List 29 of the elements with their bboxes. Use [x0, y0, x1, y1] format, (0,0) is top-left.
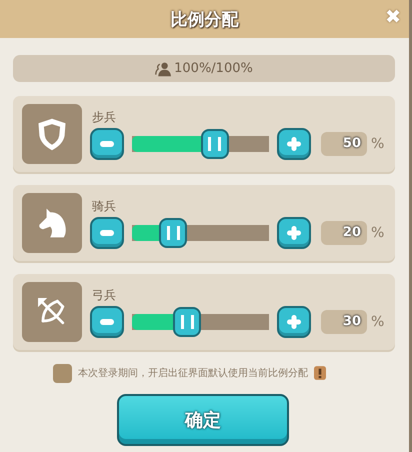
troop-name: 步兵 [92, 108, 117, 126]
minus-icon [100, 318, 114, 324]
slider-thumb[interactable] [200, 128, 228, 158]
confirm-button[interactable]: 确定 [117, 394, 289, 446]
plus-button[interactable] [277, 216, 311, 248]
percent-field[interactable]: 50 [321, 132, 367, 156]
minus-icon [100, 140, 114, 146]
troop-name: 骑兵 [92, 198, 117, 214]
troop-name: 弓兵 [92, 286, 117, 304]
percent-sign: % [371, 314, 384, 330]
window-title: 比例分配 [170, 8, 238, 30]
plus-button[interactable] [277, 128, 311, 160]
percent-sign: % [371, 136, 384, 152]
option-label: 本次登录期间，开启出征界面默认使用当前比例分配 [78, 366, 308, 380]
checkbox[interactable] [53, 364, 72, 382]
total-text: 100%/100% [174, 61, 253, 76]
slider-thumb[interactable] [173, 306, 202, 336]
percent-sign: % [371, 224, 384, 240]
close-button[interactable]: ✖ [385, 6, 401, 28]
people-icon [155, 60, 172, 76]
plus-button[interactable] [277, 306, 311, 338]
minus-icon [100, 230, 114, 236]
percent-field[interactable]: 20 [321, 220, 367, 244]
percent-field[interactable]: 30 [321, 310, 367, 334]
minus-button[interactable] [90, 306, 124, 338]
info-icon[interactable] [314, 366, 326, 380]
minus-button[interactable] [90, 216, 124, 248]
minus-button[interactable] [90, 128, 124, 160]
slider-thumb[interactable] [159, 218, 188, 248]
